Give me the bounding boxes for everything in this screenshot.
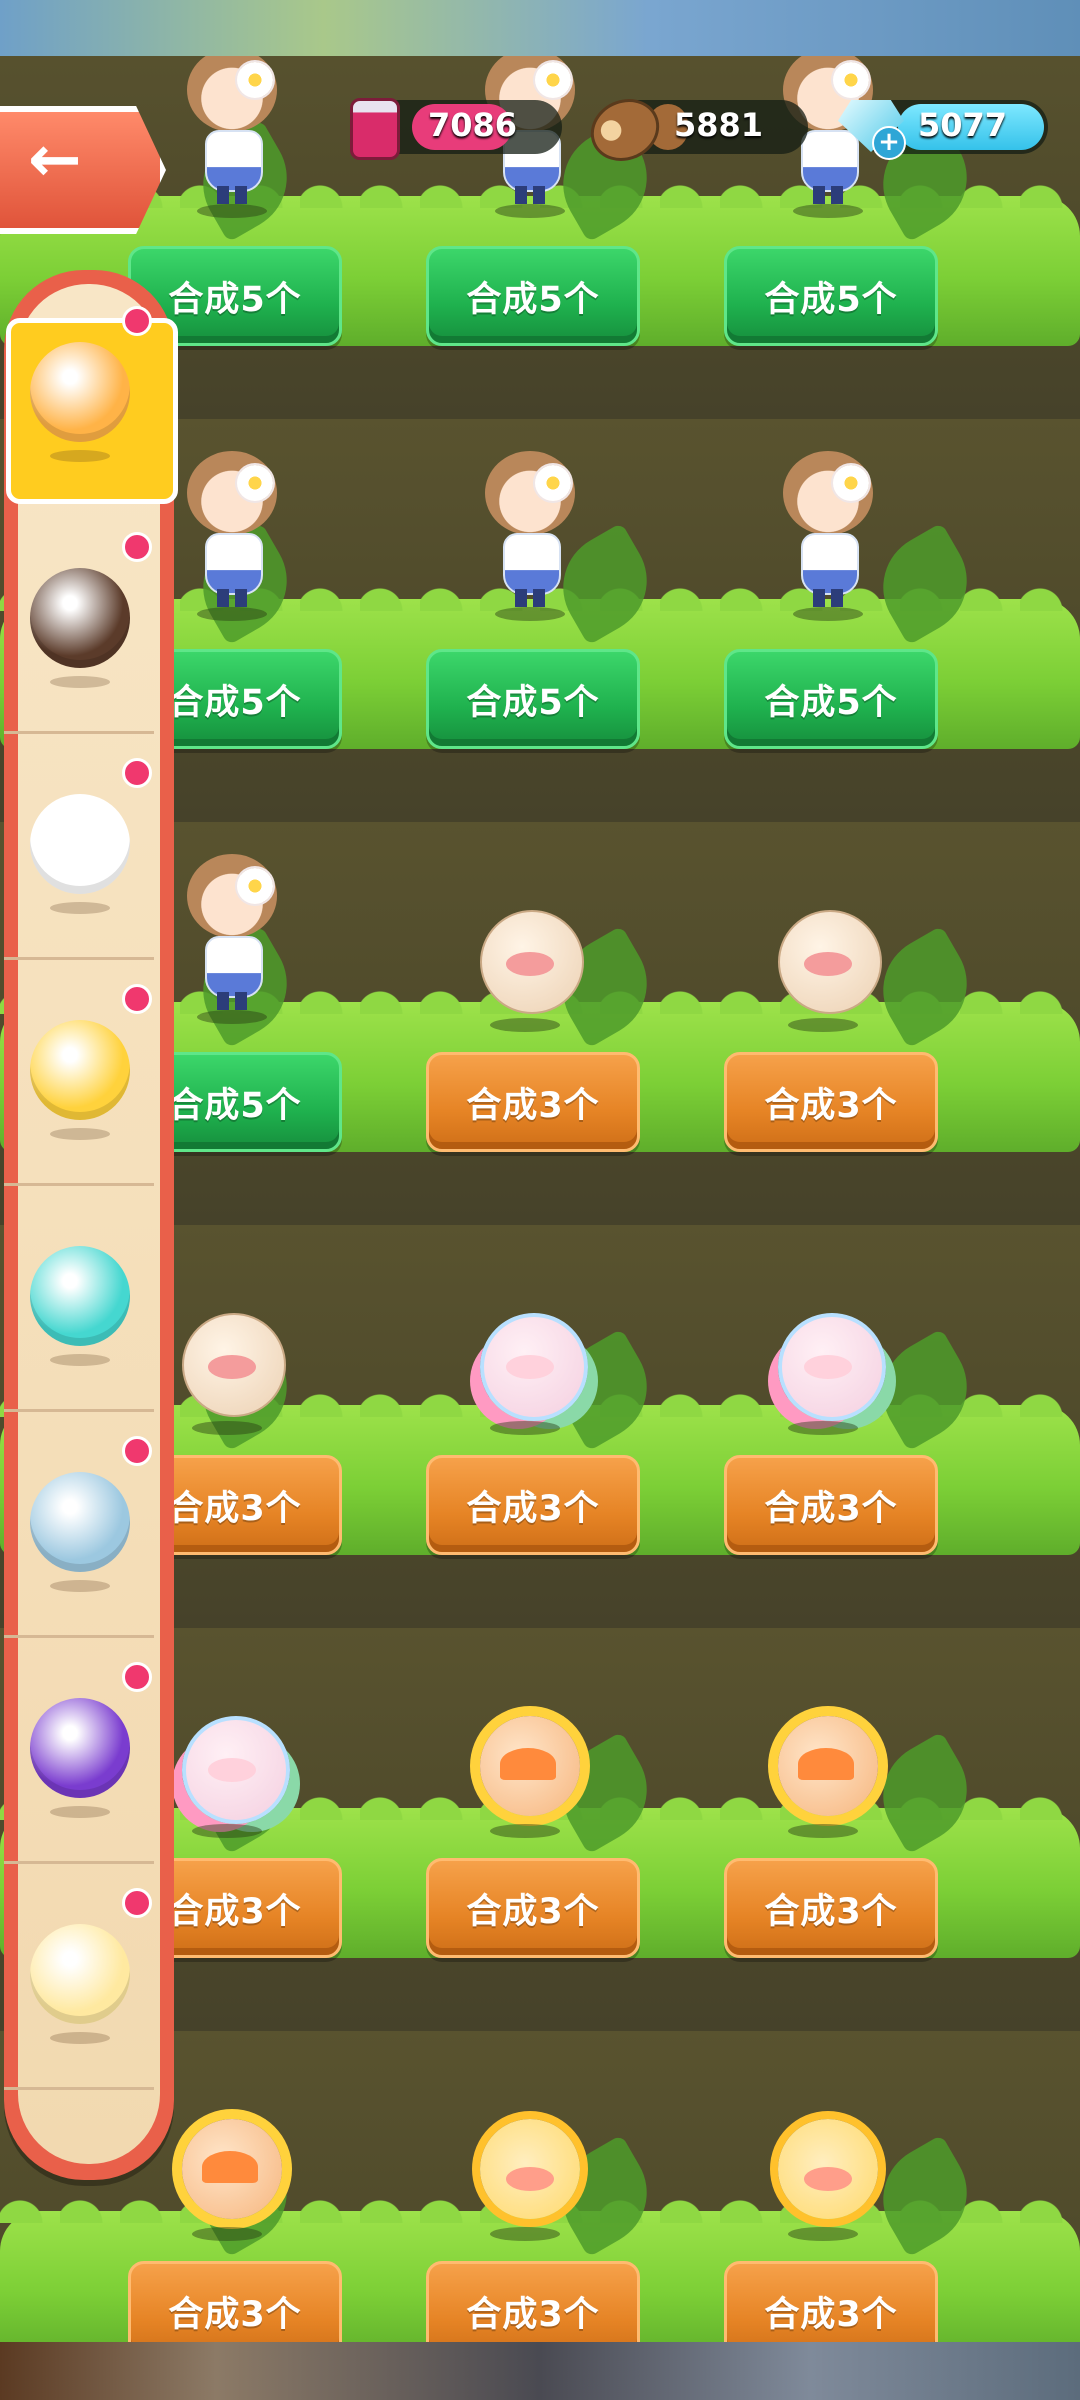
background-scene-top [0,0,1080,56]
background-scene-bottom [0,2342,1080,2400]
gem-value: 5077 [918,106,1008,144]
sidebar-item-orange-cat[interactable] [4,298,178,508]
merge-button[interactable]: 合成5个 [724,246,938,346]
ink-counter: 7086 [372,100,562,154]
sun-sprite-character[interactable] [172,2111,292,2241]
notification-dot [122,306,152,336]
brown-bear-icon [30,568,130,668]
notification-dot [122,1662,152,1692]
sidebar-item-blue-hooded-chick[interactable] [4,976,154,1186]
notification-dot [122,758,152,788]
rainbow-unicorn-character[interactable] [768,1305,888,1435]
sidebar-item-teal-jellyfish[interactable] [4,1202,154,1412]
merge-button[interactable]: 合成3个 [128,2261,342,2342]
merge-button[interactable]: 合成3个 [426,1455,640,1555]
ink-bottle-icon [350,98,400,160]
rainbow-unicorn-character[interactable] [470,1305,590,1435]
yellow-cow-icon [30,1924,130,2024]
flower-girl-character[interactable] [177,854,287,1024]
merge-button[interactable]: 合成5个 [426,649,640,749]
notification-dot [122,1436,152,1466]
sidebar-item-white-rabbit[interactable] [4,750,154,960]
sun-sprite-character[interactable] [768,1708,888,1838]
notification-dot [122,532,152,562]
rainbow-unicorn-character[interactable] [172,1708,292,1838]
flower-girl-character[interactable] [773,451,883,621]
merge-button[interactable]: 合成3个 [724,1052,938,1152]
ink-value: 7086 [428,106,518,144]
back-arrow-icon: ← [28,123,82,197]
merge-button[interactable]: 合成3个 [426,1052,640,1152]
blue-hooded-chick-icon [30,1020,130,1120]
lion-chick-character[interactable] [470,2111,590,2241]
notification-dot [122,1888,152,1918]
add-gems-button[interactable]: + [872,126,906,160]
merge-button[interactable]: 合成3个 [724,1455,938,1555]
lion-chick-character[interactable] [768,2111,888,2241]
merge-button[interactable]: 合成5个 [426,246,640,346]
white-rabbit-icon [30,794,130,894]
merge-button[interactable]: 合成5个 [724,649,938,749]
back-button[interactable]: ← [0,106,168,234]
merge-button[interactable]: 合成3个 [724,1858,938,1958]
wood-value: 5881 [674,106,764,144]
character-sidebar [4,270,178,2180]
teal-jellyfish-icon [30,1246,130,1346]
flower-girl-character[interactable] [475,451,585,621]
sidebar-item-yellow-cow[interactable] [4,1880,154,2090]
merge-button[interactable]: 合成3个 [426,2261,640,2342]
merge-button[interactable]: 合成3个 [724,2261,938,2342]
flower-girl-character[interactable] [177,451,287,621]
pig-ball-character[interactable] [172,1305,292,1435]
pig-ball-character[interactable] [768,902,888,1032]
sun-sprite-character[interactable] [470,1708,590,1838]
pig-ball-character[interactable] [470,902,590,1032]
orange-cat-icon [30,342,130,442]
purple-bird-icon [30,1698,130,1798]
sidebar-item-blue-cat[interactable] [4,1428,154,1638]
blue-cat-icon [30,1472,130,1572]
flower-girl-character[interactable] [177,56,287,218]
merge-button[interactable]: 合成3个 [426,1858,640,1958]
notification-dot [122,984,152,1014]
sidebar-item-brown-bear[interactable] [4,524,154,734]
sidebar-item-purple-bird[interactable] [4,1654,154,1864]
